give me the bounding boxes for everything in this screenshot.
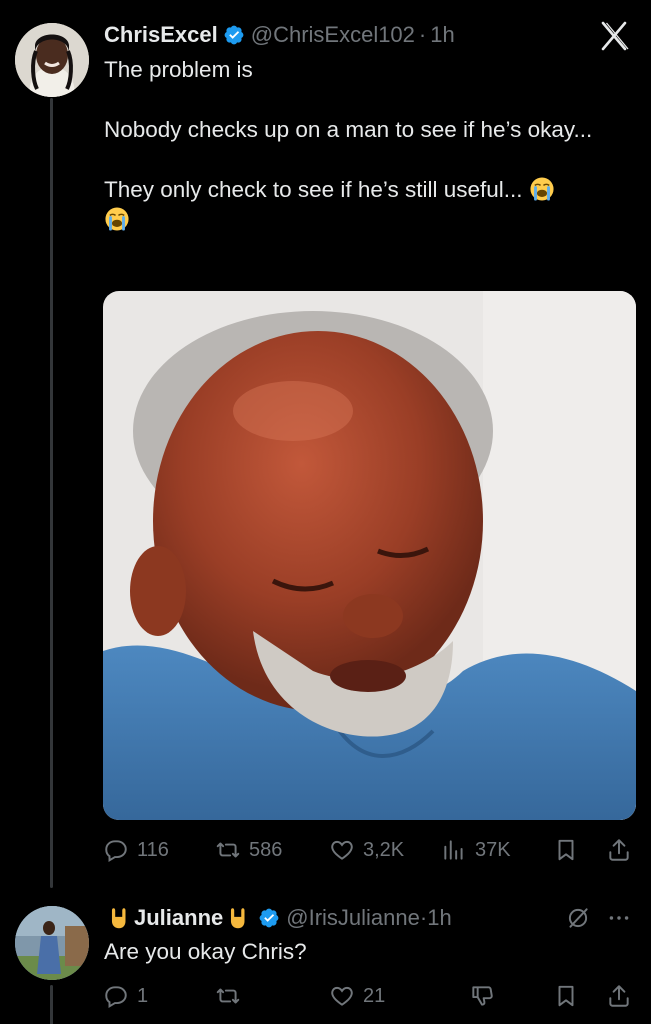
heart-icon xyxy=(331,986,353,1006)
bookmark-icon xyxy=(558,985,574,1007)
more-dots-icon xyxy=(609,916,629,920)
sign-of-the-horns-icon xyxy=(111,908,126,929)
repost-count: 586 xyxy=(249,838,283,861)
tweet-media-photo[interactable] xyxy=(103,291,636,820)
tweet-paragraph-2: Nobody checks up on a man to see if he’s… xyxy=(104,117,593,142)
tweet-actions-bar: 116 586 3,2K 37K xyxy=(103,832,636,868)
like-button[interactable]: 3,2K xyxy=(329,832,404,868)
photo-crying-old-man xyxy=(103,291,636,820)
avatar-image xyxy=(15,906,89,980)
reply-count: 116 xyxy=(137,838,169,861)
loudly-crying-face-icon xyxy=(530,177,554,201)
avatar-image xyxy=(15,23,89,97)
reply-reply-count: 1 xyxy=(137,984,149,1007)
grok-icon xyxy=(568,908,588,928)
separator-dot: · xyxy=(419,905,428,930)
repost-button[interactable]: 586 xyxy=(215,832,282,868)
author-handle[interactable]: @ChrisExcel102 xyxy=(251,22,415,48)
analytics-bars-icon xyxy=(444,840,463,860)
views-button[interactable]: 37K xyxy=(441,832,511,868)
reply-body: Are you okay Chris? xyxy=(104,939,307,964)
reply-like-button[interactable]: 21 xyxy=(329,978,385,1014)
reply-icon xyxy=(105,840,127,863)
repost-icon xyxy=(216,842,240,858)
reply-reply-button[interactable]: 1 xyxy=(103,978,148,1014)
reply-author-name[interactable]: Julianne xyxy=(134,905,223,931)
grok-button[interactable] xyxy=(565,903,591,933)
bookmark-icon xyxy=(558,839,574,861)
share-icon xyxy=(609,985,629,1007)
bookmark-button[interactable] xyxy=(553,832,579,868)
share-button[interactable] xyxy=(606,832,632,868)
tweet-body: The problem is Nobody checks up on a man… xyxy=(104,55,614,235)
sign-of-the-horns-icon xyxy=(231,908,245,929)
loudly-crying-face-icon xyxy=(105,207,129,231)
reply-author-avatar[interactable] xyxy=(15,906,89,980)
reply-header: Julianne @IrisJulianne · 1h xyxy=(104,903,452,933)
reply-bookmark-button[interactable] xyxy=(553,978,579,1014)
share-icon xyxy=(609,839,629,861)
reply-author-handle[interactable]: @IrisJulianne xyxy=(286,905,420,931)
reply-repost-button[interactable] xyxy=(215,978,241,1014)
more-options-button[interactable] xyxy=(606,903,632,933)
author-name[interactable]: ChrisExcel xyxy=(104,22,218,48)
tweet-header: ChrisExcel @ChrisExcel102 · 1h xyxy=(104,20,455,50)
thread-connector-line xyxy=(50,98,53,888)
thumbs-down-icon xyxy=(472,986,493,1006)
downvote-button[interactable] xyxy=(469,978,495,1014)
separator-dot: · xyxy=(418,22,427,47)
reply-icon xyxy=(105,986,127,1009)
reply-time[interactable]: 1h xyxy=(427,905,451,931)
reply-like-count: 21 xyxy=(363,984,386,1007)
author-avatar[interactable] xyxy=(15,23,89,97)
tweet-paragraph-3-text: They only check to see if he’s still use… xyxy=(104,177,523,202)
verified-badge-icon xyxy=(224,25,244,45)
like-count: 3,2K xyxy=(363,838,405,861)
close-icon[interactable] xyxy=(596,18,632,54)
views-count: 37K xyxy=(475,838,511,861)
tweet-paragraph-3: They only check to see if he’s still use… xyxy=(104,175,614,235)
repost-icon xyxy=(216,988,240,1004)
reply-button[interactable]: 116 xyxy=(103,832,169,868)
tweet-time[interactable]: 1h xyxy=(430,22,454,48)
verified-badge-icon xyxy=(259,908,279,928)
heart-icon xyxy=(331,840,353,860)
reply-actions-bar: 1 21 xyxy=(103,978,636,1014)
thread-connector-line-2 xyxy=(50,985,53,1024)
reply-share-button[interactable] xyxy=(606,978,632,1014)
tweet-paragraph-1: The problem is xyxy=(104,57,253,82)
